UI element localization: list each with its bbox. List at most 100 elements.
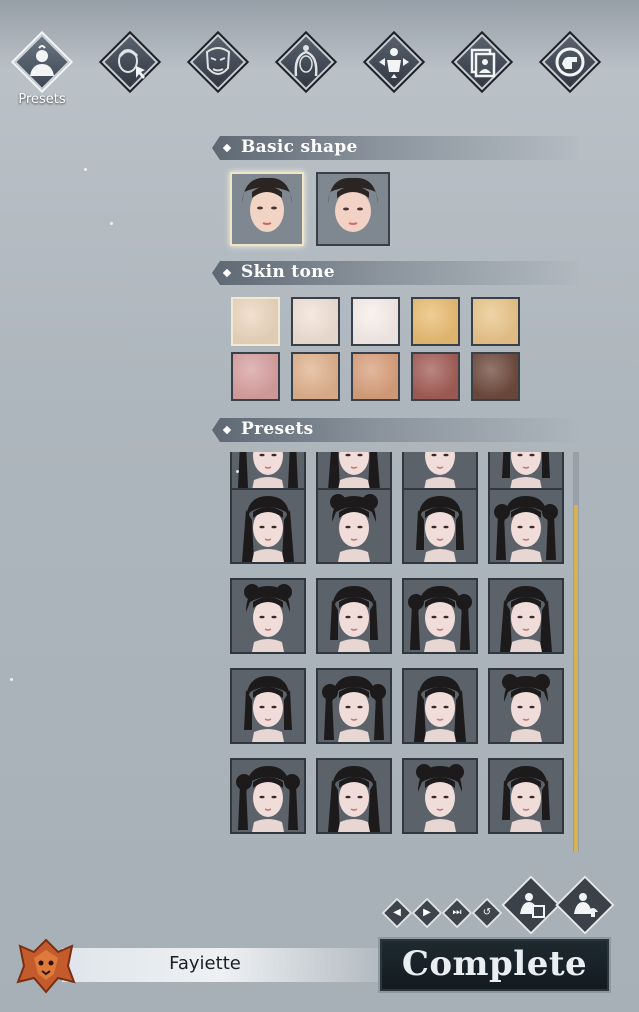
preset-thumbnail[interactable] [230, 452, 306, 492]
preset-thumbnail[interactable] [230, 488, 306, 564]
skin-tone-swatch[interactable] [231, 297, 280, 346]
basic-shape-option-2[interactable] [316, 172, 390, 246]
face-portrait-icon [232, 174, 302, 244]
save-preset-icon [520, 893, 545, 918]
character-portrait-icon [404, 580, 476, 652]
person-bust-icon [30, 45, 54, 76]
diamond-left-icon: ◀ [393, 907, 401, 918]
character-portrait-icon [232, 490, 304, 562]
character-portrait-icon [404, 760, 476, 832]
category-tabs: Presets [0, 0, 639, 120]
load-preset-button[interactable] [555, 875, 615, 935]
tab-makeup[interactable] [186, 30, 250, 94]
sparkle-decoration [236, 470, 239, 473]
tab-face[interactable] [98, 30, 162, 94]
character-portrait-icon [318, 452, 390, 490]
preset-thumbnail[interactable] [488, 758, 564, 834]
tab-label-presets: Presets [18, 92, 66, 107]
complete-button[interactable]: Complete [378, 937, 611, 993]
skin-tone-swatch[interactable] [351, 297, 400, 346]
preset-thumbnail[interactable] [488, 488, 564, 564]
character-name: Fayiette [169, 953, 241, 974]
next-button[interactable]: ▶ [411, 897, 443, 929]
prev-button[interactable]: ◀ [381, 897, 413, 929]
bullet-icon [222, 425, 232, 435]
fox-avatar-icon[interactable] [14, 936, 78, 994]
preset-thumbnail[interactable] [488, 452, 564, 492]
character-portrait-icon [318, 490, 390, 562]
hand-gesture-icon [555, 47, 585, 77]
preset-thumbnail[interactable] [316, 578, 392, 654]
character-portrait-icon [490, 760, 562, 832]
section-header-skin-tone: Skin tone [212, 261, 578, 285]
preset-scrollbar-thumb[interactable] [574, 505, 578, 852]
character-portrait-icon [404, 452, 476, 490]
section-title: Presets [241, 419, 314, 439]
section-title: Basic shape [241, 137, 358, 157]
section-title: Skin tone [241, 262, 335, 282]
character-portrait-icon [404, 670, 476, 742]
preset-thumbnail[interactable] [402, 668, 478, 744]
preset-thumbnail[interactable] [402, 578, 478, 654]
character-portrait-icon [232, 760, 304, 832]
tab-body[interactable] [362, 30, 426, 94]
save-preset-button[interactable] [501, 875, 561, 935]
character-portrait-icon [490, 670, 562, 742]
skin-tone-swatch[interactable] [231, 352, 280, 401]
preset-thumbnail[interactable] [402, 452, 478, 492]
character-portrait-icon [318, 580, 390, 652]
preset-grid [228, 452, 568, 852]
character-portrait-icon [232, 580, 304, 652]
preset-thumbnail[interactable] [402, 758, 478, 834]
preset-thumbnail[interactable] [230, 578, 306, 654]
sparkle-decoration [110, 222, 113, 225]
skin-tone-swatch[interactable] [471, 352, 520, 401]
preset-thumbnail[interactable] [316, 488, 392, 564]
basic-shape-option-1[interactable] [230, 172, 304, 246]
character-portrait-icon [404, 490, 476, 562]
skip-icon: ⏭ [452, 907, 462, 918]
skin-tone-swatch[interactable] [471, 297, 520, 346]
hairstyle-icon [294, 45, 318, 77]
preset-thumbnail[interactable] [316, 668, 392, 744]
diamond-right-icon: ▶ [423, 907, 431, 918]
sparkle-decoration [84, 168, 87, 171]
character-portrait-icon [318, 670, 390, 742]
complete-label: Complete [401, 944, 588, 984]
character-portrait-icon [490, 452, 562, 490]
face-portrait-icon [318, 174, 388, 244]
load-preset-icon [574, 893, 598, 917]
section-header-basic-shape: Basic shape [212, 136, 578, 160]
undo-icon: ↺ [482, 907, 492, 918]
skin-tone-swatch[interactable] [291, 352, 340, 401]
character-portrait-icon [318, 760, 390, 832]
preset-thumbnail[interactable] [230, 758, 306, 834]
skin-tone-swatch[interactable] [351, 352, 400, 401]
preset-thumbnail[interactable] [316, 452, 392, 492]
character-portrait-icon [490, 490, 562, 562]
tab-presets[interactable] [10, 30, 74, 94]
skip-button[interactable]: ⏭ [441, 897, 473, 929]
tab-outfit[interactable] [450, 30, 514, 94]
bullet-icon [222, 268, 232, 278]
body-arrows-icon [379, 48, 409, 78]
character-portrait-icon [232, 670, 304, 742]
skin-tone-swatch[interactable] [411, 352, 460, 401]
undo-button[interactable]: ↺ [471, 897, 503, 929]
tab-hair[interactable] [274, 30, 338, 94]
preset-thumbnail[interactable] [488, 578, 564, 654]
preset-thumbnail[interactable] [488, 668, 564, 744]
preset-thumbnail[interactable] [316, 758, 392, 834]
portrait-card-icon [470, 48, 496, 78]
bullet-icon [222, 143, 232, 153]
character-portrait-icon [490, 580, 562, 652]
skin-tone-swatch[interactable] [411, 297, 460, 346]
skin-tone-swatch[interactable] [291, 297, 340, 346]
tab-pose[interactable] [538, 30, 602, 94]
mask-face-icon [205, 47, 231, 75]
preset-thumbnail[interactable] [230, 668, 306, 744]
face-pointer-icon [118, 49, 145, 79]
character-portrait-icon [232, 452, 304, 490]
preset-thumbnail[interactable] [402, 488, 478, 564]
sparkle-decoration [10, 678, 13, 681]
